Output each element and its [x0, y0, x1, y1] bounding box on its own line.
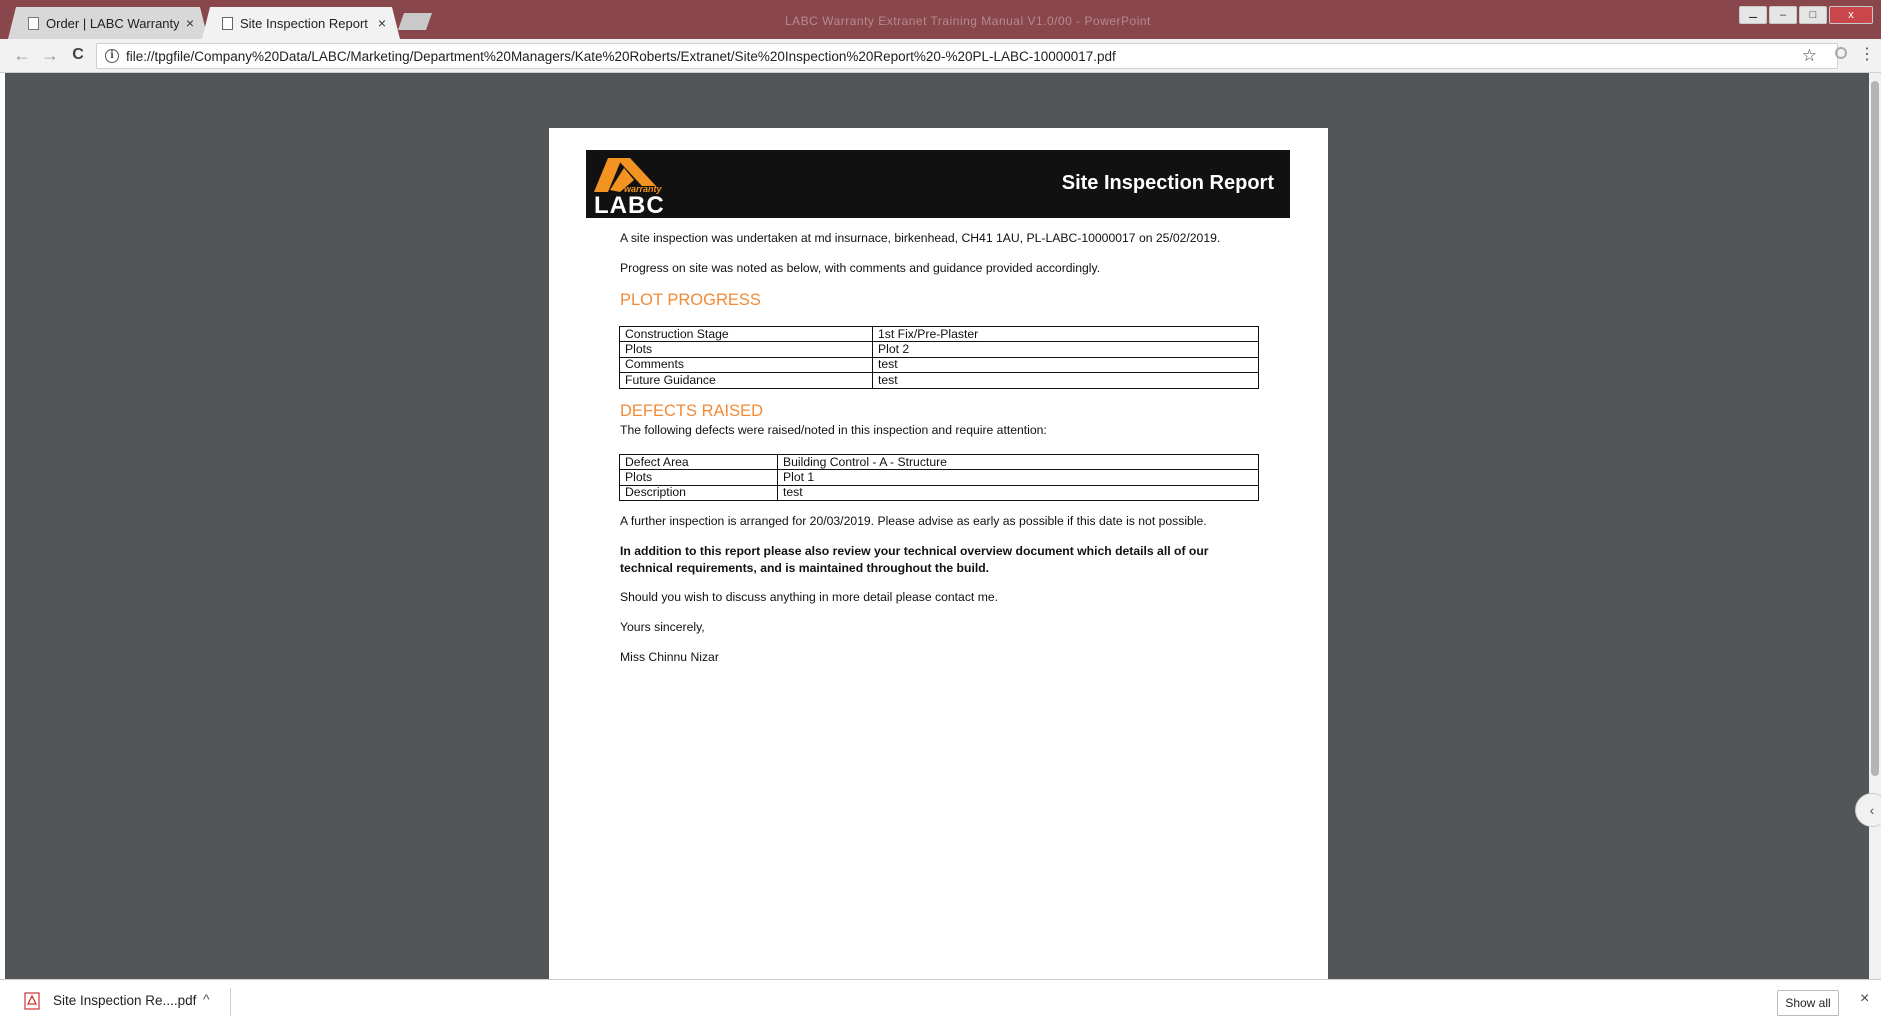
window-controls: ⚊ – □ x: [1739, 6, 1873, 24]
contact-text: Should you wish to discuss anything in m…: [620, 590, 999, 604]
row-value: Building Control - A - Structure: [777, 453, 1259, 471]
plot-progress-heading: PLOT PROGRESS: [620, 291, 761, 309]
scrollbar[interactable]: [1869, 73, 1881, 979]
row-value: test: [777, 484, 1259, 502]
logo-text: LABC: [594, 192, 665, 219]
technical-overview-note: In addition to this report please also r…: [620, 544, 1209, 575]
row-label: Comments: [619, 356, 873, 374]
close-tab-icon[interactable]: ×: [186, 15, 194, 31]
row-label: Defect Area: [619, 453, 778, 471]
table-row: Plots Plot 1: [619, 469, 1259, 486]
extension-icon[interactable]: [1835, 47, 1847, 59]
page-icon: [28, 16, 39, 30]
collapse-sidebar-icon[interactable]: ‹: [1855, 793, 1881, 827]
table-row: Comments test: [619, 356, 1259, 374]
close-download-bar-icon[interactable]: ×: [1860, 990, 1869, 1008]
pdf-icon: [24, 992, 40, 1010]
document-icon: [222, 16, 233, 30]
window-title: LABC Warranty Extranet Training Manual V…: [785, 14, 1151, 28]
row-label: Description: [619, 484, 778, 502]
scrollbar-thumb[interactable]: [1871, 81, 1879, 776]
tab-strip: Order | LABC Warranty × Site Inspection …: [0, 0, 1881, 39]
maximize-button[interactable]: □: [1799, 6, 1827, 24]
labc-warranty-logo: warranty LABC: [594, 154, 672, 219]
report-banner: warranty LABC Site Inspection Report: [586, 150, 1290, 219]
row-value: Plot 2: [872, 341, 1259, 358]
close-window-button[interactable]: x: [1829, 6, 1873, 24]
show-all-button[interactable]: Show all: [1777, 990, 1839, 1016]
row-value: 1st Fix/Pre-Plaster: [872, 325, 1259, 343]
table-row: Description test: [619, 484, 1259, 502]
table-row: Future Guidance test: [619, 372, 1259, 389]
table-row: Defect Area Building Control - A - Struct…: [619, 453, 1259, 471]
row-label: Plots: [619, 469, 778, 486]
defects-table: Defect Area Building Control - A - Struct…: [619, 453, 1259, 502]
forward-button[interactable]: →: [38, 43, 62, 67]
row-label: Future Guidance: [619, 372, 873, 389]
defects-raised-heading: DEFECTS RAISED: [620, 402, 764, 420]
address-bar[interactable]: i file://tpgfile/Company%20Data/LABC/Mar…: [96, 43, 1838, 69]
tab-title: Order | LABC Warranty: [46, 15, 179, 31]
defects-intro: The following defects were raised/noted …: [620, 423, 1047, 437]
signature-name: Miss Chinnu Nizar: [620, 650, 719, 664]
signoff-text: Yours sincerely,: [620, 620, 705, 634]
plot-progress-table: Construction Stage 1st Fix/Pre-Plaster Pl…: [619, 325, 1259, 389]
tab-site-inspection-report[interactable]: Site Inspection Report - ( ×: [202, 7, 400, 39]
reload-button[interactable]: C: [66, 43, 90, 67]
row-value: test: [872, 356, 1259, 374]
further-inspection-text: A further inspection is arranged for 20/…: [620, 514, 1207, 528]
info-icon[interactable]: i: [105, 49, 119, 63]
user-icon[interactable]: ⚊: [1739, 6, 1767, 24]
new-tab-button[interactable]: [398, 13, 432, 30]
tab-order-labc-warranty[interactable]: Order | LABC Warranty ×: [8, 7, 208, 39]
menu-icon[interactable]: ⋮: [1859, 44, 1875, 64]
url-text: file://tpgfile/Company%20Data/LABC/Marke…: [126, 48, 1116, 64]
progress-note: Progress on site was noted as below, wit…: [620, 261, 1101, 275]
row-value: Plot 1: [777, 469, 1259, 486]
back-button[interactable]: ←: [10, 43, 34, 67]
pdf-page: warranty LABC Site Inspection Report A s…: [549, 128, 1328, 979]
table-row: Construction Stage 1st Fix/Pre-Plaster: [619, 325, 1259, 343]
tab-title: Site Inspection Report - (: [240, 15, 371, 31]
row-label: Plots: [619, 341, 873, 358]
chevron-up-icon[interactable]: ^: [203, 991, 210, 1007]
row-value: test: [872, 372, 1259, 389]
download-item-name[interactable]: Site Inspection Re....pdf: [53, 993, 196, 1008]
minimize-button[interactable]: –: [1769, 6, 1797, 24]
star-icon[interactable]: ☆: [1802, 46, 1817, 66]
close-tab-icon[interactable]: ×: [378, 15, 386, 31]
table-row: Plots Plot 2: [619, 341, 1259, 358]
intro-text: A site inspection was undertaken at md i…: [620, 231, 1221, 245]
report-title: Site Inspection Report: [1061, 172, 1274, 194]
browser-toolbar: ← → C i file://tpgfile/Company%20Data/LA…: [0, 39, 1881, 73]
download-bar: Site Inspection Re....pdf ^ Show all ×: [0, 979, 1881, 1022]
divider: [230, 988, 231, 1016]
row-label: Construction Stage: [619, 325, 873, 343]
